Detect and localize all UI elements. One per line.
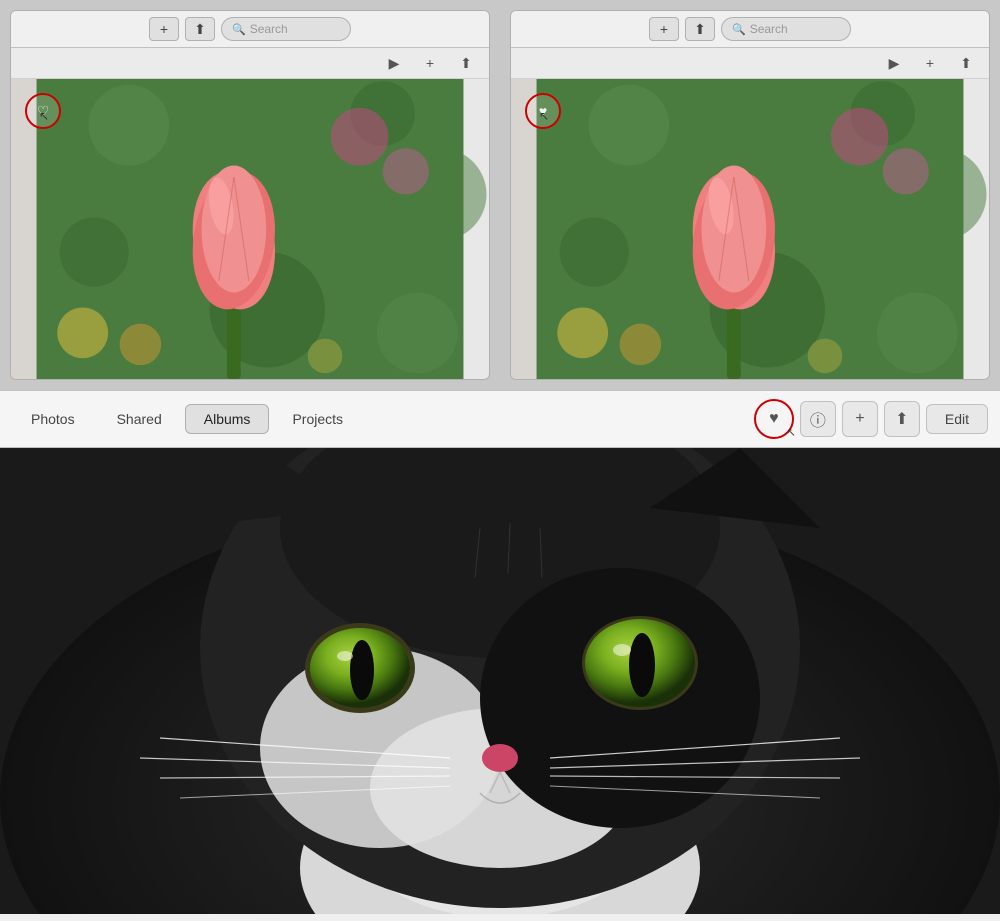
left-favorite-button[interactable]: ♡ <box>25 93 61 129</box>
nav-heart-icon: ♥ <box>769 410 779 428</box>
right-panel-search-bar[interactable]: 🔍 Search <box>721 17 851 41</box>
bottom-nav-bar: Photos Shared Albums Projects ♥ ↖ ⓘ + ⬆ … <box>0 390 1000 448</box>
left-panel-add-button[interactable]: + <box>149 17 179 41</box>
left-panel-share-button[interactable]: ⬆ <box>185 17 215 41</box>
left-panel-toolbar: + ⬆ 🔍 Search <box>11 11 489 48</box>
right-search-icon: 🔍 <box>732 23 746 36</box>
right-share-button[interactable]: ⬆ <box>953 52 979 74</box>
left-photo-area: ♡ ↖ <box>11 79 489 379</box>
left-secondary-toolbar: ▶ + ⬆ <box>11 48 489 79</box>
left-panel: + ⬆ 🔍 Search ▶ + ⬆ ♡ ↖ <box>10 10 490 380</box>
right-tulip-image <box>511 79 989 379</box>
nav-actions: ♥ ↖ ⓘ + ⬆ Edit <box>754 399 988 439</box>
right-favorite-button[interactable]: ♥ <box>525 93 561 129</box>
cat-image <box>0 448 1000 914</box>
right-panel-add-button[interactable]: + <box>649 17 679 41</box>
left-play-button[interactable]: ▶ <box>381 52 407 74</box>
right-play-button[interactable]: ▶ <box>881 52 907 74</box>
tab-shared[interactable]: Shared <box>98 404 181 434</box>
right-add-button[interactable]: + <box>917 52 943 74</box>
cat-photo-area <box>0 448 1000 914</box>
left-share-button[interactable]: ⬆ <box>453 52 479 74</box>
nav-favorite-button[interactable]: ♥ ↖ <box>754 399 794 439</box>
nav-add-button[interactable]: + <box>842 401 878 437</box>
nav-cursor: ↖ <box>787 426 796 439</box>
left-search-placeholder: Search <box>250 22 288 36</box>
nav-edit-button[interactable]: Edit <box>926 404 988 434</box>
right-panel-share-button[interactable]: ⬆ <box>685 17 715 41</box>
right-secondary-toolbar: ▶ + ⬆ <box>511 48 989 79</box>
nav-share-button[interactable]: ⬆ <box>884 401 920 437</box>
right-heart-icon: ♥ <box>539 103 547 119</box>
bottom-section: Photos Shared Albums Projects ♥ ↖ ⓘ + ⬆ … <box>0 390 1000 921</box>
left-add-button[interactable]: + <box>417 52 443 74</box>
right-search-placeholder: Search <box>750 22 788 36</box>
left-search-icon: 🔍 <box>232 23 246 36</box>
right-photo-area: ♥ ↖ <box>511 79 989 379</box>
right-panel: + ⬆ 🔍 Search ▶ + ⬆ ♥ ↖ <box>510 10 990 380</box>
left-panel-search-bar[interactable]: 🔍 Search <box>221 17 351 41</box>
tab-projects[interactable]: Projects <box>273 404 362 434</box>
left-heart-icon: ♡ <box>37 103 50 120</box>
tab-photos[interactable]: Photos <box>12 404 94 434</box>
right-panel-toolbar: + ⬆ 🔍 Search <box>511 11 989 48</box>
top-section: + ⬆ 🔍 Search ▶ + ⬆ ♡ ↖ <box>0 0 1000 390</box>
left-tulip-image <box>11 79 489 379</box>
nav-info-button[interactable]: ⓘ <box>800 401 836 437</box>
tab-albums[interactable]: Albums <box>185 404 270 434</box>
